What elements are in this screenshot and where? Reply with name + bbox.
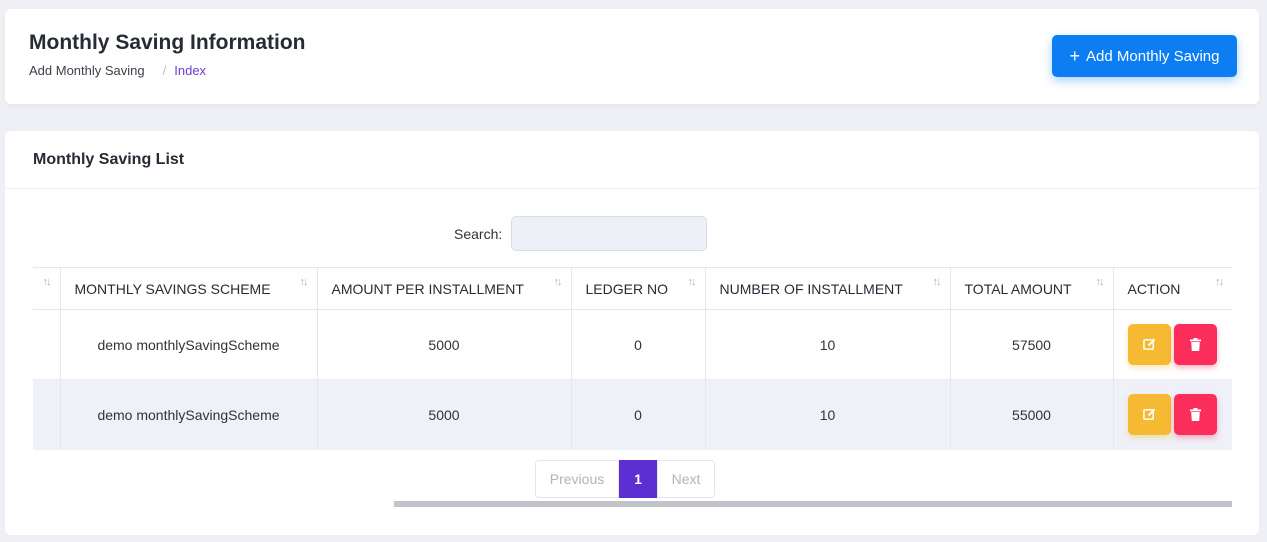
sort-icon[interactable]: ↑↓	[688, 276, 697, 288]
delete-button[interactable]	[1173, 394, 1217, 436]
edit-button[interactable]	[1127, 394, 1171, 436]
row-index	[33, 309, 60, 380]
cell-scheme: demo monthlySavingScheme	[59, 379, 317, 450]
next-page-button[interactable]: Next	[657, 460, 715, 498]
add-button-label: Add Monthly Saving	[1086, 47, 1220, 65]
search-input[interactable]	[511, 216, 707, 251]
pagination: Previous 1 Next	[535, 460, 715, 498]
table-row: demo monthlySavingScheme 5000 0 10 55000	[33, 379, 1232, 450]
column-header-action[interactable]: ACTION ↑↓	[1112, 267, 1232, 310]
previous-page-button[interactable]: Previous	[535, 460, 619, 498]
card-title: Monthly Saving List	[33, 151, 185, 168]
cell-amount: 5000	[316, 379, 571, 450]
edit-icon	[1142, 408, 1155, 421]
edit-button[interactable]	[1127, 324, 1171, 365]
monthly-saving-table: ↑↓ MONTHLY SAVINGS SCHEME ↑↓ AMOUNT PER I…	[33, 267, 1232, 450]
list-card: Monthly Saving List Search: ↑↓ MONTHLY S…	[5, 131, 1259, 535]
cell-ledger: 0	[570, 379, 705, 450]
breadcrumb-separator: /	[162, 63, 167, 78]
plus-icon: +	[1069, 46, 1081, 66]
breadcrumb: Add Monthly Saving / Index	[29, 63, 206, 78]
breadcrumb-item-add[interactable]: Add Monthly Saving	[29, 63, 145, 78]
sort-icon[interactable]: ↑↓	[554, 276, 563, 288]
column-header-amount[interactable]: AMOUNT PER INSTALLMENT ↑↓	[316, 267, 571, 310]
delete-button[interactable]	[1173, 324, 1217, 365]
row-index	[33, 379, 60, 450]
sort-icon[interactable]: ↑↓	[43, 276, 52, 288]
sort-icon[interactable]: ↑↓	[1215, 276, 1224, 288]
sort-icon[interactable]: ↑↓	[933, 276, 942, 288]
column-header-total[interactable]: TOTAL AMOUNT ↑↓	[949, 267, 1113, 310]
page-button-current[interactable]: 1	[619, 460, 657, 498]
table-header-row: ↑↓ MONTHLY SAVINGS SCHEME ↑↓ AMOUNT PER I…	[33, 267, 1232, 310]
trash-icon	[1189, 338, 1201, 351]
sort-icon[interactable]: ↑↓	[300, 276, 309, 288]
cell-action	[1112, 379, 1232, 450]
column-header-installments[interactable]: NUMBER OF INSTALLMENT ↑↓	[704, 267, 950, 310]
cell-total: 57500	[949, 309, 1113, 380]
sort-icon[interactable]: ↑↓	[1096, 276, 1105, 288]
horizontal-scrollbar[interactable]	[394, 501, 1232, 507]
cell-total: 55000	[949, 379, 1113, 450]
header-card: Monthly Saving Information Add Monthly S…	[5, 9, 1259, 104]
column-header-scheme[interactable]: MONTHLY SAVINGS SCHEME ↑↓	[59, 267, 317, 310]
search-label: Search:	[454, 226, 503, 242]
column-header-ledger[interactable]: LEDGER NO ↑↓	[570, 267, 705, 310]
cell-ledger: 0	[570, 309, 705, 380]
page-title: Monthly Saving Information	[29, 31, 306, 54]
edit-icon	[1142, 338, 1155, 350]
cell-amount: 5000	[316, 309, 571, 380]
table-row: demo monthlySavingScheme 5000 0 10 57500	[33, 309, 1232, 380]
divider	[5, 188, 1259, 189]
breadcrumb-item-index[interactable]: Index	[174, 63, 206, 78]
trash-icon	[1189, 408, 1201, 422]
cell-installments: 10	[704, 379, 950, 450]
cell-scheme: demo monthlySavingScheme	[59, 309, 317, 380]
add-monthly-saving-button[interactable]: + Add Monthly Saving	[1052, 35, 1237, 77]
cell-action	[1112, 309, 1232, 380]
column-header-index[interactable]: ↑↓	[33, 267, 60, 310]
cell-installments: 10	[704, 309, 950, 380]
